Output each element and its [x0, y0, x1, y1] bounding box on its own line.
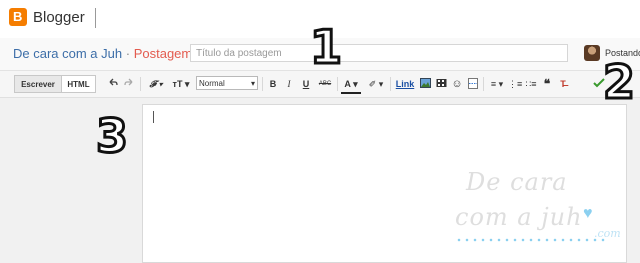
toolbar-divider [140, 77, 141, 91]
highlight-button[interactable]: ✐ ▾ [366, 76, 386, 92]
jump-break-button[interactable] [467, 76, 479, 92]
watermark-line: com a juh [455, 203, 583, 231]
text-cursor [153, 111, 154, 123]
undo-button[interactable] [106, 76, 120, 92]
text-color-button[interactable]: A ▾ [341, 76, 361, 94]
redo-button[interactable] [122, 76, 136, 92]
toolbar-divider [262, 77, 263, 91]
alignment-button[interactable]: ≡ ▾ [488, 76, 506, 92]
annotation-number: 2 [601, 55, 636, 109]
numbered-list-button[interactable]: ⋮≡ [508, 76, 522, 92]
insert-image-button[interactable] [419, 76, 431, 92]
page-label: Postagem [133, 46, 193, 61]
watermark-dots [455, 238, 605, 242]
strikethrough-button[interactable]: ABC [317, 76, 333, 92]
toolbar-divider [337, 77, 338, 91]
logo-letter: B [13, 9, 23, 24]
toolbar-divider [483, 77, 484, 91]
blog-name-link[interactable]: De cara com a Juh [13, 46, 122, 61]
bold-button[interactable]: B [267, 76, 279, 92]
insert-link-button[interactable]: Link [395, 76, 415, 92]
heart-icon: ♥ [583, 205, 593, 222]
format-select[interactable]: Normal [196, 76, 258, 91]
undo-icon [109, 78, 118, 86]
tab-compose[interactable]: Escrever [14, 75, 62, 93]
annotation-number: 3 [94, 109, 129, 163]
quote-button[interactable]: ❝ [540, 76, 554, 92]
watermark-line: De cara [466, 168, 568, 196]
tab-html[interactable]: HTML [61, 75, 96, 93]
breadcrumb: De cara com a Juh · Postagem [13, 46, 192, 61]
font-family-button[interactable]: 𝓕 ▾ [146, 76, 166, 92]
brand-name[interactable]: Blogger [33, 9, 85, 26]
annotation-number: 1 [308, 20, 343, 74]
bulleted-list-button[interactable]: ∷≡ [524, 76, 538, 92]
toolbar-divider [390, 77, 391, 91]
font-size-button[interactable]: тT ▾ [170, 76, 192, 92]
insert-video-button[interactable] [435, 76, 447, 92]
image-icon [419, 78, 431, 88]
divider [95, 8, 96, 28]
blogger-logo-icon[interactable]: B [9, 8, 27, 26]
post-title-input[interactable] [190, 44, 568, 62]
video-icon [436, 79, 446, 87]
emoji-button[interactable]: ☺ [451, 76, 463, 92]
redo-icon [124, 78, 133, 86]
italic-button[interactable]: I [283, 76, 295, 92]
avatar[interactable] [584, 45, 600, 61]
page-break-icon [468, 78, 478, 89]
editor-toolbar: Escrever HTML 𝓕 ▾ тT ▾ Normal B I U ABC … [0, 71, 640, 98]
breadcrumb-separator: · [125, 46, 131, 61]
remove-formatting-button[interactable]: T̶ [556, 76, 570, 92]
underline-button[interactable]: U [300, 76, 312, 92]
